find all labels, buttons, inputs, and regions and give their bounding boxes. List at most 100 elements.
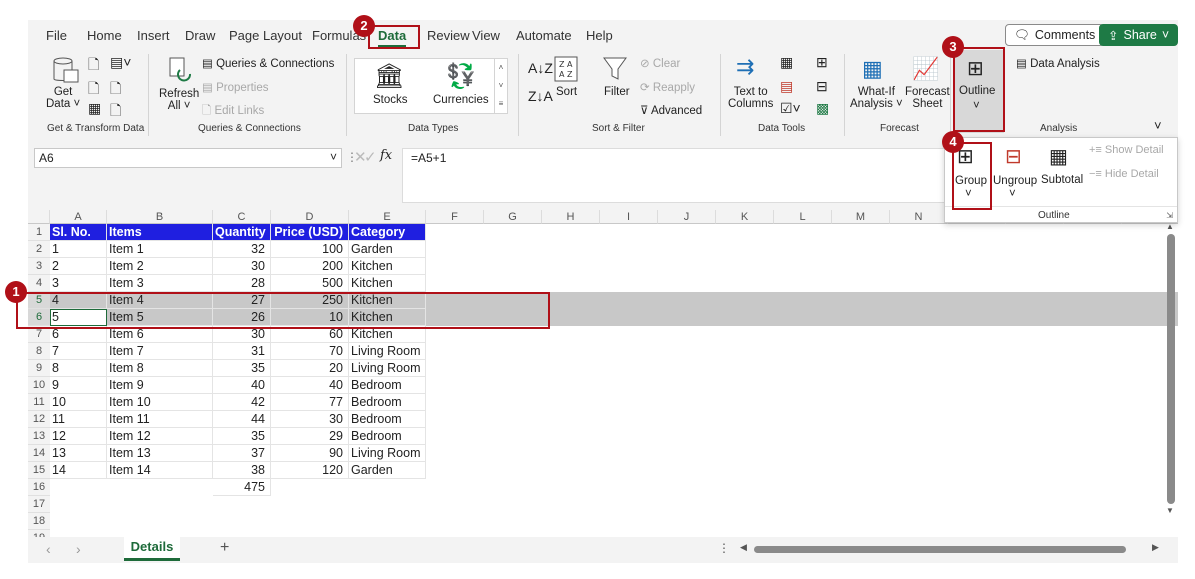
column-header-b[interactable]: B [107, 210, 213, 224]
table-cell[interactable]: 44 [213, 411, 271, 428]
clear-button[interactable]: ⊘ Clear [640, 56, 680, 70]
table-cell[interactable]: Bedroom [349, 411, 426, 428]
column-header-a[interactable]: A [50, 210, 107, 224]
dialog-launcher-icon[interactable]: ⇲ [1166, 211, 1173, 220]
table-cell[interactable]: Item 7 [107, 343, 213, 360]
tab-home[interactable]: Home [87, 28, 122, 43]
table-cell[interactable]: 29 [271, 428, 349, 445]
table-cell[interactable]: 14 [50, 462, 107, 479]
table-cell[interactable]: 3 [50, 275, 107, 292]
table-cell[interactable]: 1 [50, 241, 107, 258]
add-sheet-icon[interactable]: + [220, 539, 229, 557]
column-header-k[interactable]: K [716, 210, 774, 224]
column-header-l[interactable]: L [774, 210, 832, 224]
row-header-16[interactable]: 16 [28, 479, 50, 496]
show-detail-button[interactable]: +≡ Show Detail [1089, 144, 1164, 156]
table-cell[interactable]: 28 [213, 275, 271, 292]
column-header-c[interactable]: C [213, 210, 271, 224]
row-header-17[interactable]: 17 [28, 496, 50, 513]
existing-connections-icon[interactable]: 🗋 [110, 78, 121, 102]
queries-connections-button[interactable]: ▤ Queries & Connections [202, 56, 334, 70]
header-cell[interactable]: Price (USD) [271, 224, 349, 241]
table-cell[interactable]: 500 [271, 275, 349, 292]
table-cell[interactable]: Garden [349, 462, 426, 479]
consolidate-icon[interactable]: ⊞ [816, 54, 828, 71]
row-header-8[interactable]: 8 [28, 343, 50, 360]
sheet-tab-details[interactable]: Details [124, 537, 180, 561]
table-cell[interactable]: Living Room [349, 343, 426, 360]
table-cell[interactable]: 40 [213, 377, 271, 394]
flash-fill-icon[interactable]: ▦ [780, 54, 793, 71]
table-cell[interactable]: Kitchen [349, 258, 426, 275]
subtotal-button[interactable]: Subtotal [1041, 174, 1083, 186]
row-header-13[interactable]: 13 [28, 428, 50, 445]
column-header-m[interactable]: M [832, 210, 890, 224]
vertical-scrollbar[interactable]: ▲ ▼ [1166, 222, 1176, 527]
scroll-left-icon[interactable]: ◀ [740, 542, 747, 553]
formula-input[interactable]: =A5+1 [402, 148, 962, 203]
row-header-18[interactable]: 18 [28, 513, 50, 530]
properties-button[interactable]: ▤ Properties [202, 80, 268, 94]
name-box[interactable]: A6 ˅ [34, 148, 342, 168]
table-cell[interactable]: 35 [213, 428, 271, 445]
insert-function-icon[interactable]: fx [380, 148, 392, 163]
column-header-i[interactable]: I [600, 210, 658, 224]
header-cell[interactable]: Sl. No. [50, 224, 107, 241]
row-header-3[interactable]: 3 [28, 258, 50, 275]
collapse-ribbon-icon[interactable]: ˅ [1154, 118, 1162, 133]
column-header-g[interactable]: G [484, 210, 542, 224]
table-cell[interactable]: Item 1 [107, 241, 213, 258]
table-cell[interactable]: Living Room [349, 360, 426, 377]
table-cell[interactable]: Item 9 [107, 377, 213, 394]
row-header-11[interactable]: 11 [28, 394, 50, 411]
from-picture-icon[interactable]: 🗋 [110, 100, 121, 124]
gallery-scroll[interactable]: ˄ ˅ ≡ [494, 59, 507, 113]
table-cell[interactable]: 7 [50, 343, 107, 360]
refresh-all-button[interactable]: Refresh All ˅ [159, 88, 199, 112]
more-options-icon[interactable]: ⋮ [718, 541, 730, 555]
row-header-12[interactable]: 12 [28, 411, 50, 428]
header-cell[interactable]: Items [107, 224, 213, 241]
data-analysis-button[interactable]: ▤ Data Analysis [1016, 56, 1100, 70]
table-cell[interactable]: 20 [271, 360, 349, 377]
table-cell[interactable]: 10 [50, 394, 107, 411]
text-to-columns-button[interactable]: Text to Columns [728, 86, 773, 110]
what-if-analysis-button[interactable]: What-If Analysis ˅ [850, 86, 903, 110]
row-header-4[interactable]: 4 [28, 275, 50, 292]
get-data-button[interactable]: Get Data ˅ [46, 86, 80, 110]
row-header-9[interactable]: 9 [28, 360, 50, 377]
table-cell[interactable]: 70 [271, 343, 349, 360]
relationships-icon[interactable]: ⊟ [816, 78, 828, 95]
hide-detail-button[interactable]: −≡ Hide Detail [1089, 168, 1159, 180]
tab-help[interactable]: Help [586, 28, 613, 43]
sort-a-z-icon[interactable]: A↓Z [528, 60, 553, 76]
table-cell[interactable]: 9 [50, 377, 107, 394]
table-cell[interactable]: Item 2 [107, 258, 213, 275]
scroll-right-icon[interactable]: ▶ [1152, 542, 1159, 553]
table-cell[interactable]: Bedroom [349, 394, 426, 411]
edit-links-button[interactable]: 🗋 Edit Links [202, 103, 264, 122]
table-cell[interactable]: 120 [271, 462, 349, 479]
table-cell[interactable]: Garden [349, 241, 426, 258]
tab-review[interactable]: Review [427, 28, 470, 43]
ungroup-button[interactable]: Ungroup [993, 175, 1037, 187]
select-all-corner[interactable] [28, 210, 50, 224]
table-cell[interactable]: Item 13 [107, 445, 213, 462]
from-web-icon[interactable]: 🗋 [88, 78, 99, 102]
from-text-icon[interactable]: 🗋 [88, 54, 99, 78]
header-cell[interactable]: Quantity [213, 224, 271, 241]
table-cell[interactable]: Item 3 [107, 275, 213, 292]
table-cell[interactable]: 37 [213, 445, 271, 462]
table-cell[interactable]: 35 [213, 360, 271, 377]
tab-draw[interactable]: Draw [185, 28, 215, 43]
enter-icon[interactable]: ✓ [364, 148, 377, 166]
share-button[interactable]: ⇪ Share ˅ [1099, 24, 1179, 46]
remove-duplicates-icon[interactable]: ▤ [780, 78, 793, 95]
table-cell[interactable]: 100 [271, 241, 349, 258]
stocks-button[interactable]: Stocks [373, 94, 408, 106]
tab-view[interactable]: View [472, 28, 500, 43]
table-cell[interactable]: Bedroom [349, 428, 426, 445]
forecast-sheet-button[interactable]: Forecast Sheet [905, 86, 950, 110]
from-table-icon[interactable]: ▦ [88, 100, 101, 117]
table-cell[interactable]: Bedroom [349, 377, 426, 394]
